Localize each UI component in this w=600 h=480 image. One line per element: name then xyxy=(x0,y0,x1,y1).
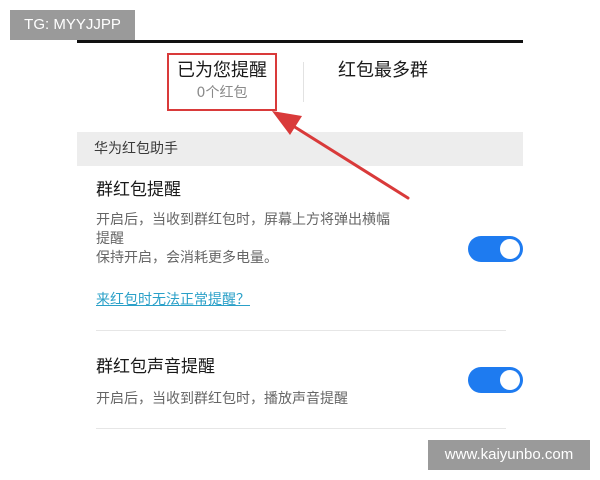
tab-reminded-title: 已为您提醒 xyxy=(177,60,267,81)
section-header: 华为红包助手 xyxy=(77,132,523,166)
setting-group-redpacket-reminder: 群红包提醒 开启后，当收到群红包时，屏幕上方将弹出横幅 提醒 保持开启，会消耗更… xyxy=(77,166,523,331)
toggle-knob xyxy=(500,239,520,259)
setting-desc-line2: 提醒 xyxy=(96,231,124,247)
setting-desc-line1: 开启后，当收到群红包时，播放声音提醒 xyxy=(96,391,348,407)
watermark-top: TG: MYYJJPP xyxy=(10,10,135,40)
watermark-bottom: www.kaiyunbo.com xyxy=(428,440,590,470)
status-bar-edge xyxy=(77,40,523,43)
tab-most-groups-title: 红包最多群 xyxy=(338,60,428,81)
setting-group-sound-reminder: 群红包声音提醒 开启后，当收到群红包时，播放声音提醒 xyxy=(77,331,523,431)
phone-screen: 已为您提醒 0个红包 红包最多群 华为红包助手 群红包提醒 开启后，当收到群红包… xyxy=(77,40,523,440)
tab-reminded-count: 0个红包 xyxy=(196,85,248,101)
tab-reminded[interactable]: 已为您提醒 0个红包 xyxy=(167,53,277,111)
setting-desc-line1: 开启后，当收到群红包时，屏幕上方将弹出横幅 xyxy=(96,212,390,228)
toggle-knob xyxy=(500,370,520,390)
redpacket-reminder-toggle[interactable] xyxy=(468,236,523,262)
reminder-help-link[interactable]: 来红包时无法正常提醒？ xyxy=(96,290,250,310)
tab-most-groups[interactable]: 红包最多群 xyxy=(313,53,453,93)
sound-reminder-toggle[interactable] xyxy=(468,367,523,393)
setting-title: 群红包提醒 xyxy=(96,180,181,200)
row-divider xyxy=(96,428,506,429)
setting-desc-line3: 保持开启，会消耗更多电量。 xyxy=(96,250,278,266)
page: TG: MYYJJPP 已为您提醒 0个红包 红包最多群 华为红包助手 群红包提… xyxy=(0,0,600,480)
tab-divider xyxy=(303,62,304,102)
setting-title: 群红包声音提醒 xyxy=(96,357,215,377)
